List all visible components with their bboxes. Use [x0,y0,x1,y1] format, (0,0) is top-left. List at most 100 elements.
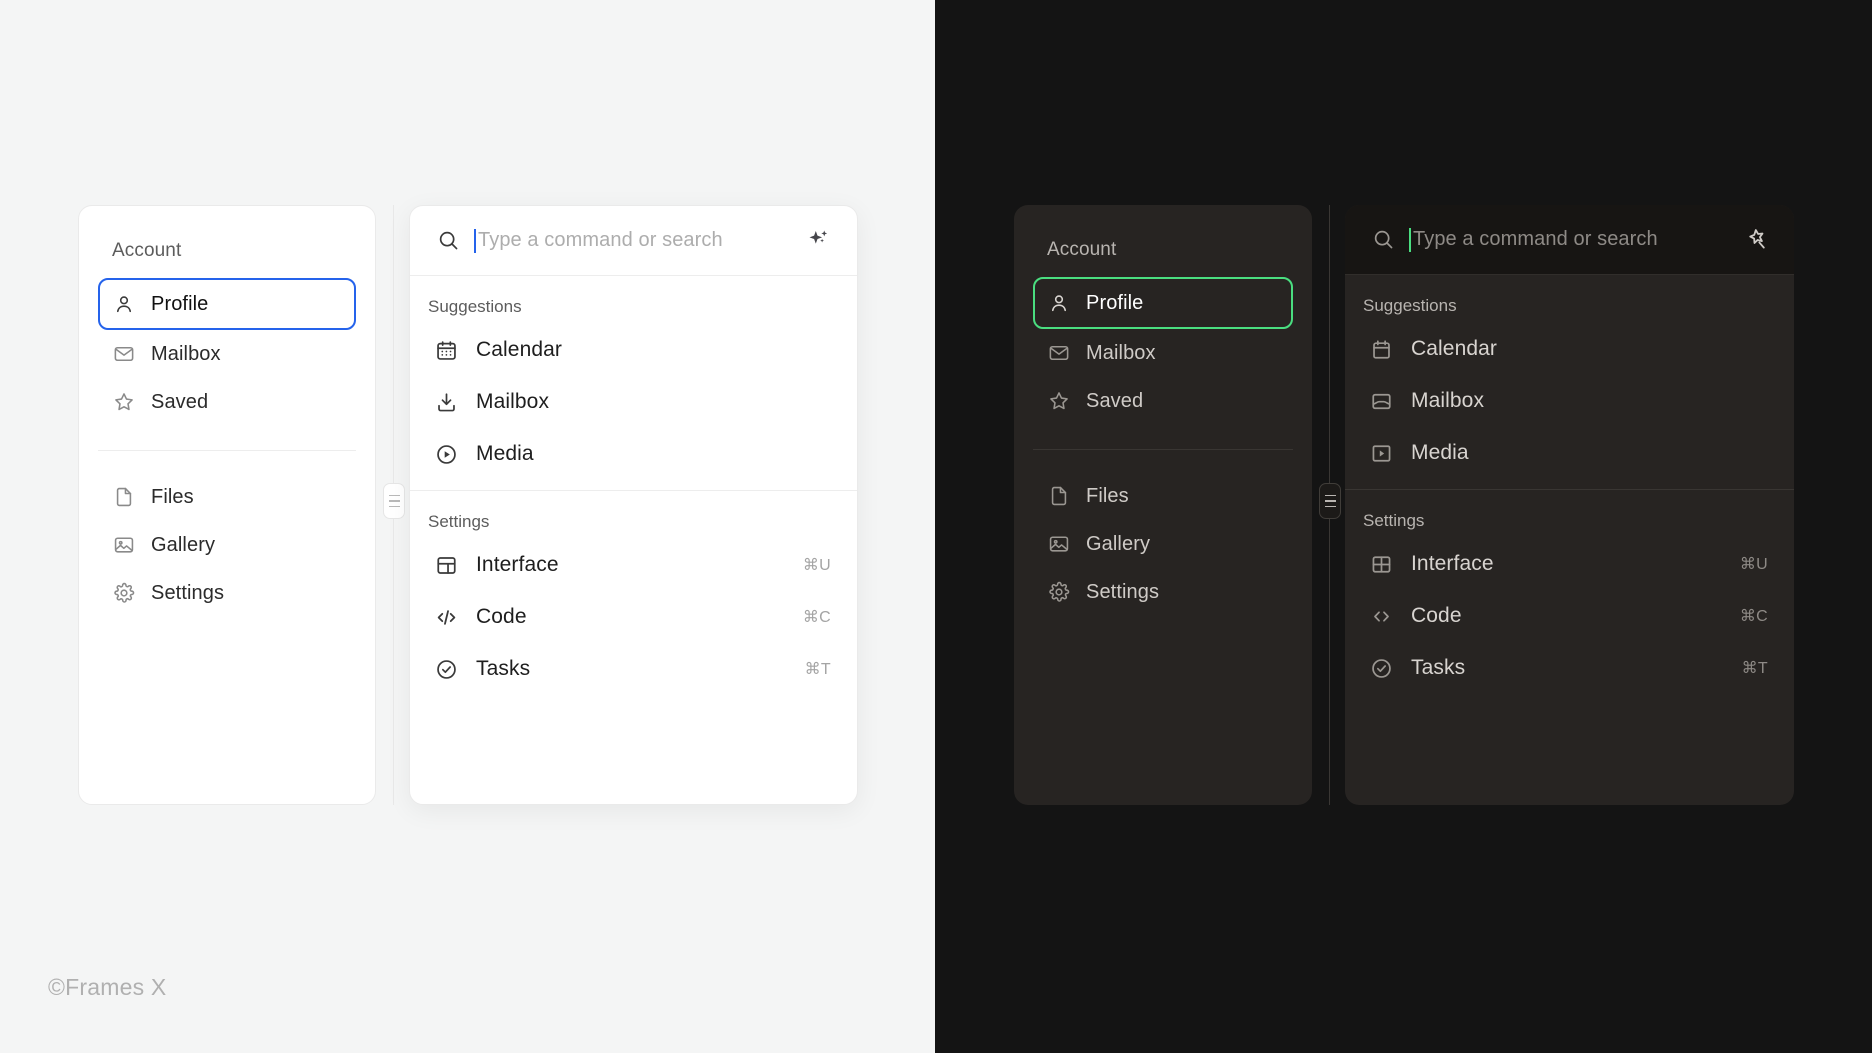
command-item-shortcut: ⌘C [1739,608,1768,625]
sidebar-divider [1033,449,1293,450]
drag-handle-icon[interactable] [383,483,405,519]
command-list: Interface ⌘U Code ⌘C Tasks ⌘T [1345,538,1794,694]
sidebar-item-label: Files [1086,484,1129,507]
dark-theme-half: Account Profile Mailbox Saved Files Gall… [935,0,1872,1053]
command-group-suggestions: Suggestions Calendar Mailbox Media [1345,275,1794,489]
handle-line [1324,505,1336,508]
code-icon [434,605,458,629]
handle-line [1324,494,1336,497]
sidebar-title: Account [112,240,182,261]
handle-line [388,505,400,508]
command-item-calendar[interactable]: Calendar [420,324,847,376]
light-stage: Account Profile Mailbox Saved Files Gall… [0,205,935,805]
watermark: ©Frames X [48,974,167,1000]
sidebar-nav-group-workspace: Files Gallery Settings [1014,472,1312,616]
search-placeholder: Type a command or search [478,229,723,251]
command-item-tasks[interactable]: Tasks ⌘T [1355,642,1784,694]
sidebar-item-gallery[interactable]: Gallery [1033,520,1293,568]
command-item-label: Interface [476,553,559,576]
dark-command-palette: Type a command or search Suggestions Cal… [1345,205,1794,805]
group-heading: Settings [428,512,490,531]
handle-line [388,500,400,502]
command-item-tasks[interactable]: Tasks ⌘T [420,643,847,695]
command-item-calendar[interactable]: Calendar [1355,323,1784,375]
check-circle-icon [1369,656,1393,680]
user-icon [1047,291,1071,315]
sidebar-item-label: Files [151,485,194,508]
sidebar-item-settings[interactable]: Settings [98,569,356,617]
envelope-icon [1047,341,1071,365]
search-icon [436,229,460,253]
search-input[interactable]: Type a command or search [474,228,789,253]
magic-star-icon[interactable] [1740,225,1770,255]
command-item-label: Code [476,605,527,628]
command-item-label: Tasks [476,657,531,680]
command-item-label: Mailbox [476,390,550,413]
sidebar-divider [98,450,356,451]
gear-icon [1047,580,1071,604]
dark-stage: Account Profile Mailbox Saved Files Gall… [935,205,1872,805]
light-command-palette: Type a command or search Suggestions Cal… [409,205,858,805]
sparkles-icon[interactable] [803,226,833,256]
command-item-interface[interactable]: Interface ⌘U [420,539,847,591]
command-item-media[interactable]: Media [420,428,847,480]
image-icon [112,533,136,557]
sidebar-nav-group-account: Profile Mailbox Saved [79,278,375,426]
command-item-shortcut: ⌘T [804,661,831,678]
sidebar-item-label: Saved [151,390,209,413]
sidebar-nav-group-account: Profile Mailbox Saved [1014,277,1312,425]
text-cursor [474,228,476,253]
command-item-shortcut: ⌘U [1739,556,1768,573]
command-item-code[interactable]: Code ⌘C [420,591,847,643]
sidebar-item-label: Mailbox [1086,341,1156,364]
dark-sidebar: Account Profile Mailbox Saved Files Gall… [1014,205,1312,805]
command-group-settings: Settings Interface ⌘U Code ⌘C Tasks ⌘T [410,491,857,705]
inbox-icon [1369,389,1393,413]
command-item-interface[interactable]: Interface ⌘U [1355,538,1784,590]
command-item-media[interactable]: Media [1355,427,1784,479]
search-icon [1371,228,1395,252]
sidebar-item-label: Saved [1086,389,1144,412]
command-item-shortcut: ⌘C [802,609,831,626]
sidebar-item-mailbox[interactable]: Mailbox [1033,329,1293,377]
search-bar[interactable]: Type a command or search [1345,205,1794,275]
command-group-settings: Settings Interface ⌘U Code ⌘C Tasks ⌘T [1345,490,1794,704]
sidebar-item-files[interactable]: Files [98,473,356,521]
command-item-mailbox[interactable]: Mailbox [1355,375,1784,427]
command-item-label: Media [476,442,534,465]
sidebar-item-settings[interactable]: Settings [1033,568,1293,616]
sidebar-item-label: Profile [151,292,209,315]
handle-line [1324,500,1336,502]
command-item-code[interactable]: Code ⌘C [1355,590,1784,642]
sidebar-item-label: Gallery [1086,532,1151,555]
command-item-shortcut: ⌘T [1741,660,1768,677]
sidebar-item-saved[interactable]: Saved [98,378,356,426]
sidebar-item-label: Settings [1086,580,1160,603]
command-group-suggestions: Suggestions Calendar Mailbox Media [410,276,857,490]
file-icon [112,485,136,509]
light-sidebar: Account Profile Mailbox Saved Files Gall… [78,205,376,805]
command-item-mailbox[interactable]: Mailbox [420,376,847,428]
sidebar-item-label: Mailbox [151,342,221,365]
sidebar-item-profile[interactable]: Profile [98,278,356,330]
grid-icon [1369,552,1393,576]
command-list: Calendar Mailbox Media [410,324,857,480]
light-theme-half: Account Profile Mailbox Saved Files Gall… [0,0,935,1053]
text-cursor [1409,227,1411,252]
sidebar-item-files[interactable]: Files [1033,472,1293,520]
sidebar-item-profile[interactable]: Profile [1033,277,1293,329]
search-bar[interactable]: Type a command or search [410,206,857,276]
sidebar-item-gallery[interactable]: Gallery [98,521,356,569]
command-item-label: Mailbox [1411,389,1485,412]
play-square-icon [1369,441,1393,465]
calendar-icon [1369,337,1393,361]
drag-handle-icon[interactable] [1319,483,1341,519]
sidebar-nav-group-workspace: Files Gallery Settings [79,473,375,617]
layout-icon [434,553,458,577]
command-list: Interface ⌘U Code ⌘C Tasks ⌘T [410,539,857,695]
search-input[interactable]: Type a command or search [1409,227,1726,252]
sidebar-item-mailbox[interactable]: Mailbox [98,330,356,378]
image-icon [1047,532,1071,556]
sidebar-title: Account [1047,239,1117,260]
sidebar-item-saved[interactable]: Saved [1033,377,1293,425]
